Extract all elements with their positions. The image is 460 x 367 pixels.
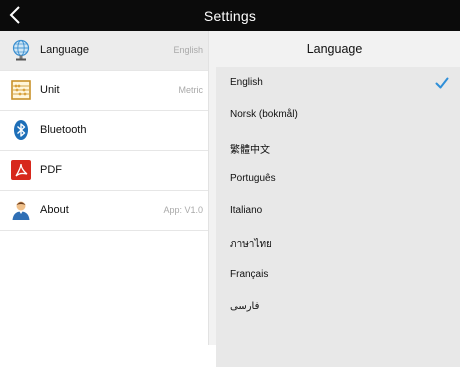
language-option-traditional-chinese[interactable]: 繁體中文 [216,131,460,163]
language-option-label: Français [230,269,269,280]
menu-label-about: About [40,204,69,216]
language-option-portuguese[interactable]: Português [216,163,460,195]
menu-label-bluetooth: Bluetooth [40,124,87,136]
checkmark-icon [435,77,449,89]
language-option-label: Português [230,173,276,184]
globe-icon [12,39,30,61]
abacus-icon [11,80,31,100]
language-option-label: Italiano [230,205,263,216]
menu-label-unit: Unit [40,84,60,96]
language-option-label: English [230,77,263,88]
menu-item-unit[interactable]: Unit Metric [0,71,208,111]
language-option-label: فارسی [230,301,260,312]
menu-label-language: Language [40,44,89,56]
page-title: Settings [203,8,257,24]
menu-value-unit: Metric [178,85,204,95]
language-panel-title: Language [306,42,363,56]
menu-item-bluetooth[interactable]: Bluetooth [0,111,208,151]
language-option-label: 繁體中文 [230,145,270,156]
menu-item-language[interactable]: Language English [0,31,208,71]
language-option-french[interactable]: Français [216,259,460,291]
language-list: English Norsk (bokmål) 繁體中文 Português It… [216,67,460,367]
user-icon [12,201,30,220]
menu-item-pdf[interactable]: PDF [0,151,208,191]
language-option-thai[interactable]: ภาษาไทย [216,227,460,259]
top-bar: Settings [0,0,460,31]
language-option-italian[interactable]: Italiano [216,195,460,227]
menu-value-language: English [173,45,203,55]
language-option-english[interactable]: English [216,67,460,99]
menu-item-about[interactable]: About App: V1.0 [0,191,208,231]
settings-menu: Language English Unit Metric Bluetooth P… [0,31,209,345]
language-option-label: Norsk (bokmål) [230,109,298,120]
language-option-persian[interactable]: فارسی [216,291,460,323]
menu-label-pdf: PDF [40,164,62,176]
language-option-norsk[interactable]: Norsk (bokmål) [216,99,460,131]
language-option-label: ภาษาไทย [230,239,272,250]
menu-value-about: App: V1.0 [163,205,203,215]
bluetooth-icon [14,120,28,140]
language-panel: Language English Norsk (bokmål) 繁體中文 Por… [209,31,460,367]
pdf-icon [11,160,31,180]
